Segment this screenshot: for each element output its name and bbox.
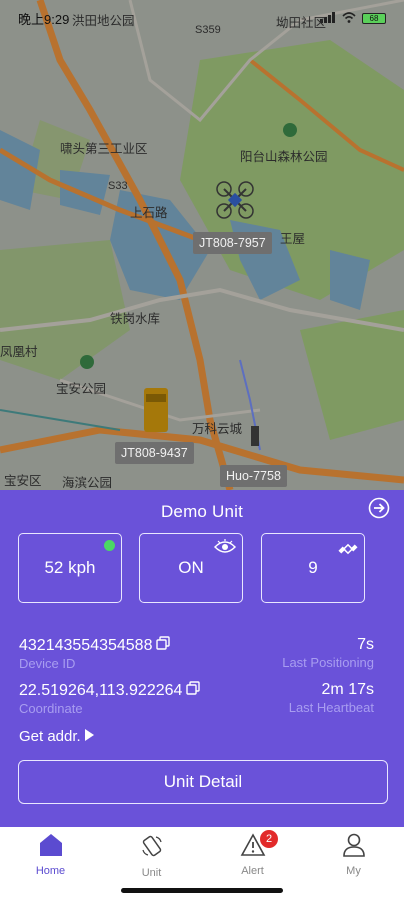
acc-value: ON bbox=[178, 558, 204, 577]
device-tag[interactable]: JT808-7957 bbox=[193, 232, 272, 254]
satellite-card: 9 bbox=[261, 533, 365, 603]
online-status-dot bbox=[104, 540, 115, 551]
play-arrow-icon bbox=[84, 728, 94, 745]
map-label: 坳田社区 bbox=[276, 16, 327, 30]
battery-icon: 68 bbox=[362, 12, 386, 24]
map-label: 洪田地公园 bbox=[72, 14, 135, 28]
coordinate-value: 22.519264,113.922264 bbox=[19, 681, 183, 699]
eye-icon bbox=[213, 539, 237, 560]
map-label: 海滨公园 bbox=[62, 476, 113, 490]
coordinate-label: Coordinate bbox=[19, 701, 83, 716]
alert-badge: 2 bbox=[260, 830, 278, 848]
get-address-link[interactable]: Get addr. bbox=[19, 728, 94, 745]
user-icon bbox=[341, 833, 367, 862]
device-tag[interactable]: Huo-7758 bbox=[220, 465, 287, 487]
unit-panel: Demo Unit 52 kph ON 9 432143554354588 De… bbox=[0, 490, 404, 827]
map-label: S359 bbox=[195, 24, 221, 36]
home-icon bbox=[38, 833, 64, 862]
map-label: S33 bbox=[108, 180, 128, 192]
map-label: 万科云城 bbox=[192, 422, 243, 436]
device-tag[interactable]: JT808-9437 bbox=[115, 442, 194, 464]
get-address-label: Get addr. bbox=[19, 728, 81, 745]
tab-label: Home bbox=[35, 865, 66, 877]
tab-my[interactable]: My bbox=[303, 827, 404, 900]
tab-label: My bbox=[346, 865, 361, 877]
home-indicator bbox=[121, 888, 283, 893]
copy-icon[interactable] bbox=[156, 636, 171, 655]
last-positioning-value: 7s bbox=[357, 636, 374, 653]
device-id-row: 432143554354588 Device ID 7s Last Positi… bbox=[19, 636, 374, 671]
last-heartbeat-value: 2m 17s bbox=[321, 681, 374, 698]
vehicle-marker-icon bbox=[251, 426, 259, 446]
speed-card: 52 kph bbox=[18, 533, 122, 603]
map-label: 铁岗水库 bbox=[110, 312, 161, 326]
tab-label: Unit bbox=[141, 867, 162, 879]
last-heartbeat-label: Last Heartbeat bbox=[288, 700, 374, 715]
device-id-value: 432143554354588 bbox=[19, 636, 153, 654]
acc-card: ON bbox=[139, 533, 243, 603]
coordinate-row: 22.519264,113.922264 Coordinate 2m 17s L… bbox=[19, 681, 374, 716]
map-view[interactable]: 晚上9:29 68 洪田地公园 S359 坳田社区 啸头第三工业区 阳台山森林公… bbox=[0, 0, 404, 490]
last-positioning-label: Last Positioning bbox=[282, 655, 374, 670]
map-label: 王屋 bbox=[280, 232, 306, 246]
truck-marker-icon bbox=[144, 388, 168, 432]
go-arrow-icon[interactable] bbox=[366, 495, 392, 521]
device-id-label: Device ID bbox=[19, 656, 76, 671]
tab-home[interactable]: Home bbox=[0, 827, 101, 900]
satellite-icon bbox=[338, 539, 358, 564]
satellite-count: 9 bbox=[308, 558, 318, 577]
tab-label: Alert bbox=[241, 865, 264, 877]
wifi-icon bbox=[342, 11, 356, 26]
speed-value: 52 kph bbox=[44, 558, 96, 577]
copy-icon[interactable] bbox=[186, 681, 201, 700]
map-label: 啸头第三工业区 bbox=[60, 142, 148, 156]
unit-title: Demo Unit bbox=[160, 502, 244, 521]
map-label: 宝安公园 bbox=[56, 382, 107, 396]
map-label: 上石路 bbox=[130, 206, 168, 220]
unit-detail-button[interactable]: Unit Detail bbox=[18, 760, 388, 804]
unit-icon bbox=[139, 833, 165, 864]
map-label: 宝安区 bbox=[4, 474, 42, 488]
status-time: 晚上9:29 bbox=[18, 11, 70, 27]
map-label: 阳台山森林公园 bbox=[240, 150, 328, 164]
map-label: 凤凰村 bbox=[0, 345, 38, 359]
battery-level: 68 bbox=[369, 13, 379, 23]
